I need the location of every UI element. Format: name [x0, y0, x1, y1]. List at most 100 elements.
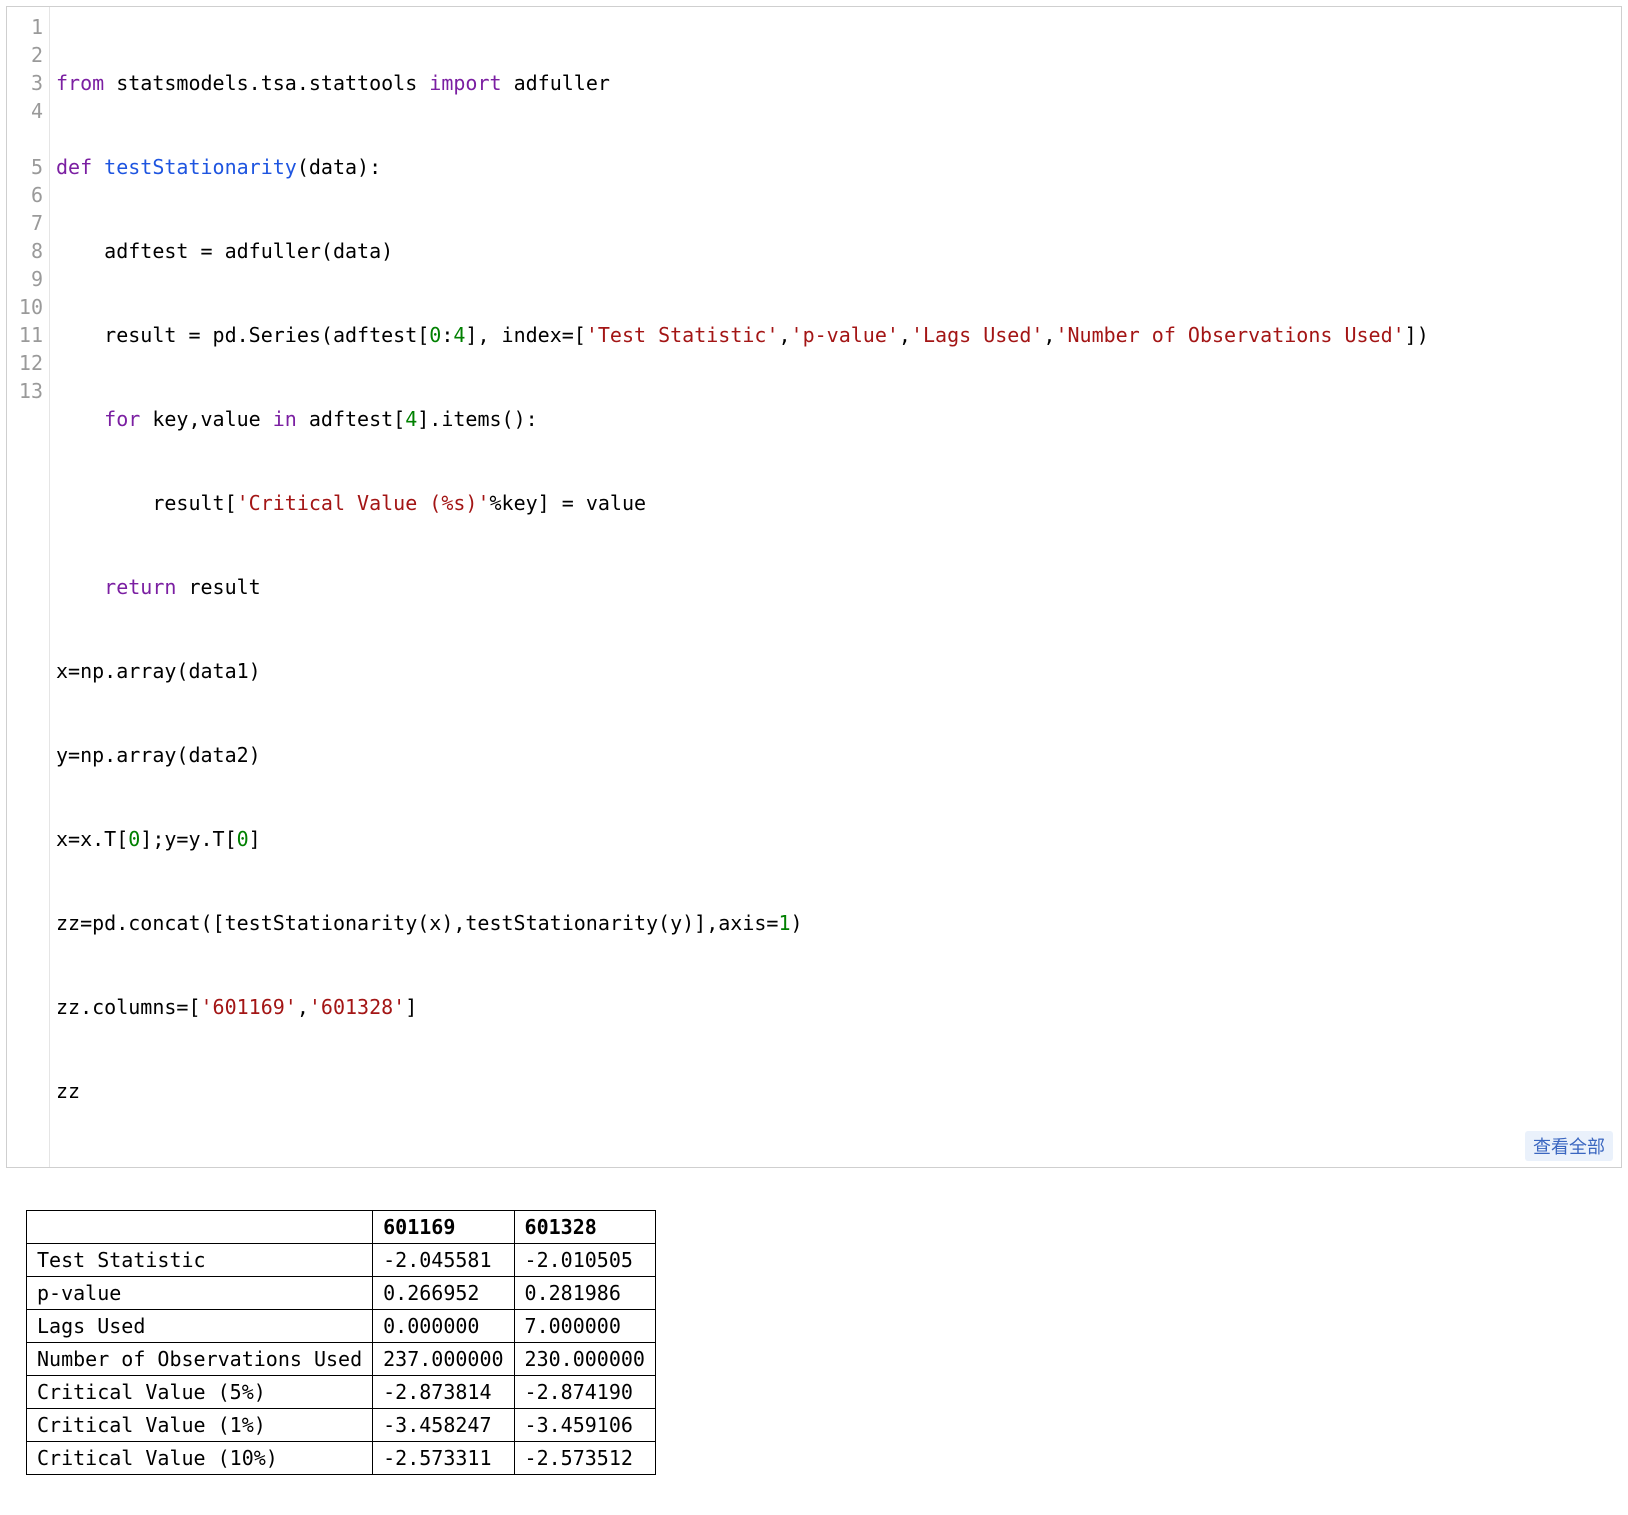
code-text: result = pd.Series(adftest[ — [56, 323, 429, 347]
code-text: ], index=[ — [465, 323, 585, 347]
cell-value: 0.266952 — [373, 1277, 514, 1310]
cell-value: -3.458247 — [373, 1409, 514, 1442]
table-row: Lags Used 0.000000 7.000000 — [27, 1310, 656, 1343]
keyword-return: return — [104, 575, 176, 599]
code-number: 0 — [429, 323, 441, 347]
keyword-import: import — [429, 71, 501, 95]
code-number: 4 — [453, 323, 465, 347]
code-text: ].items(): — [417, 407, 537, 431]
line-number: 12 — [15, 349, 43, 377]
view-all-button[interactable]: 查看全部 — [1525, 1131, 1613, 1161]
keyword-for: for — [104, 407, 140, 431]
cell-value: 0.281986 — [514, 1277, 655, 1310]
line-number: 13 — [15, 377, 43, 405]
code-text: zz.columns=[ — [56, 995, 201, 1019]
row-label: Critical Value (5%) — [27, 1376, 373, 1409]
code-text: ] — [249, 827, 261, 851]
code-string: '601169' — [201, 995, 297, 1019]
code-number: 0 — [237, 827, 249, 851]
cell-value: 7.000000 — [514, 1310, 655, 1343]
code-text: ) — [791, 911, 803, 935]
keyword-from: from — [56, 71, 104, 95]
line-number-gutter: 1 2 3 4 5 6 7 8 9 10 11 12 13 — [7, 7, 50, 1167]
code-string: 'Test Statistic' — [586, 323, 779, 347]
code-text: ] — [405, 995, 417, 1019]
cell-value: -2.045581 — [373, 1244, 514, 1277]
code-text: , — [899, 323, 911, 347]
code-number: 4 — [405, 407, 417, 431]
cell-value: 237.000000 — [373, 1343, 514, 1376]
table-header: 601169 — [373, 1211, 514, 1244]
cell-value: -3.459106 — [514, 1409, 655, 1442]
code-text: x=x.T[ — [56, 827, 128, 851]
table-row: Number of Observations Used 237.000000 2… — [27, 1343, 656, 1376]
table-row: Critical Value (1%) -3.458247 -3.459106 — [27, 1409, 656, 1442]
cell-value: 230.000000 — [514, 1343, 655, 1376]
code-text: , — [779, 323, 791, 347]
code-area: 1 2 3 4 5 6 7 8 9 10 11 12 13 from stats… — [7, 7, 1621, 1167]
cell-value: -2.874190 — [514, 1376, 655, 1409]
code-text: (data): — [297, 155, 381, 179]
line-number: 7 — [15, 209, 43, 237]
code-editor[interactable]: from statsmodels.tsa.stattools import ad… — [50, 7, 1621, 1167]
line-number: 8 — [15, 237, 43, 265]
code-text: , — [1043, 323, 1055, 347]
row-label: Test Statistic — [27, 1244, 373, 1277]
row-label: Critical Value (10%) — [27, 1442, 373, 1475]
cell-value: -2.573512 — [514, 1442, 655, 1475]
line-number: 11 — [15, 321, 43, 349]
output-area: 601169 601328 Test Statistic -2.045581 -… — [0, 1174, 1628, 1515]
row-label: Critical Value (1%) — [27, 1409, 373, 1442]
code-text: , — [297, 995, 309, 1019]
table-header — [27, 1211, 373, 1244]
table-row: p-value 0.266952 0.281986 — [27, 1277, 656, 1310]
cell-value: -2.010505 — [514, 1244, 655, 1277]
code-number: 1 — [778, 911, 790, 935]
cell-value: 0.000000 — [373, 1310, 514, 1343]
code-text — [56, 407, 104, 431]
code-number: 0 — [128, 827, 140, 851]
keyword-def: def — [56, 155, 92, 179]
table-header: 601328 — [514, 1211, 655, 1244]
keyword-in: in — [273, 407, 297, 431]
code-text: result — [176, 575, 260, 599]
code-text: zz — [56, 1079, 80, 1103]
line-number: 3 — [15, 69, 43, 97]
code-text: ];y=y.T[ — [140, 827, 236, 851]
line-number: 10 — [15, 293, 43, 321]
table-header-row: 601169 601328 — [27, 1211, 656, 1244]
code-text: y=np.array(data2) — [56, 743, 261, 767]
cell-value: -2.573311 — [373, 1442, 514, 1475]
code-string: 'Lags Used' — [911, 323, 1043, 347]
code-text: zz=pd.concat([testStationarity(x),testSt… — [56, 911, 778, 935]
line-number: 5 — [15, 153, 43, 181]
table-row: Test Statistic -2.045581 -2.010505 — [27, 1244, 656, 1277]
code-text — [92, 155, 104, 179]
code-text: adftest = adfuller(data) — [56, 239, 393, 263]
code-text: adfuller — [502, 71, 610, 95]
line-number: 1 — [15, 13, 43, 41]
function-name: testStationarity — [104, 155, 297, 179]
code-string: 'Critical Value (%s)' — [237, 491, 490, 515]
code-text: statsmodels.tsa.stattools — [104, 71, 429, 95]
dataframe-table: 601169 601328 Test Statistic -2.045581 -… — [26, 1210, 656, 1475]
code-text: : — [441, 323, 453, 347]
table-row: Critical Value (10%) -2.573311 -2.573512 — [27, 1442, 656, 1475]
code-string: '601328' — [309, 995, 405, 1019]
line-number: 4 — [15, 97, 43, 153]
code-text — [56, 575, 104, 599]
line-number: 9 — [15, 265, 43, 293]
code-cell: 1 2 3 4 5 6 7 8 9 10 11 12 13 from stats… — [6, 6, 1622, 1168]
code-text: result[ — [56, 491, 237, 515]
code-text: x=np.array(data1) — [56, 659, 261, 683]
row-label: p-value — [27, 1277, 373, 1310]
code-text: key,value — [140, 407, 272, 431]
code-text: %key] = value — [490, 491, 647, 515]
row-label: Lags Used — [27, 1310, 373, 1343]
line-number: 6 — [15, 181, 43, 209]
code-string: 'p-value' — [791, 323, 899, 347]
code-text: adftest[ — [297, 407, 405, 431]
code-string: 'Number of Observations Used' — [1055, 323, 1404, 347]
row-label: Number of Observations Used — [27, 1343, 373, 1376]
cell-value: -2.873814 — [373, 1376, 514, 1409]
